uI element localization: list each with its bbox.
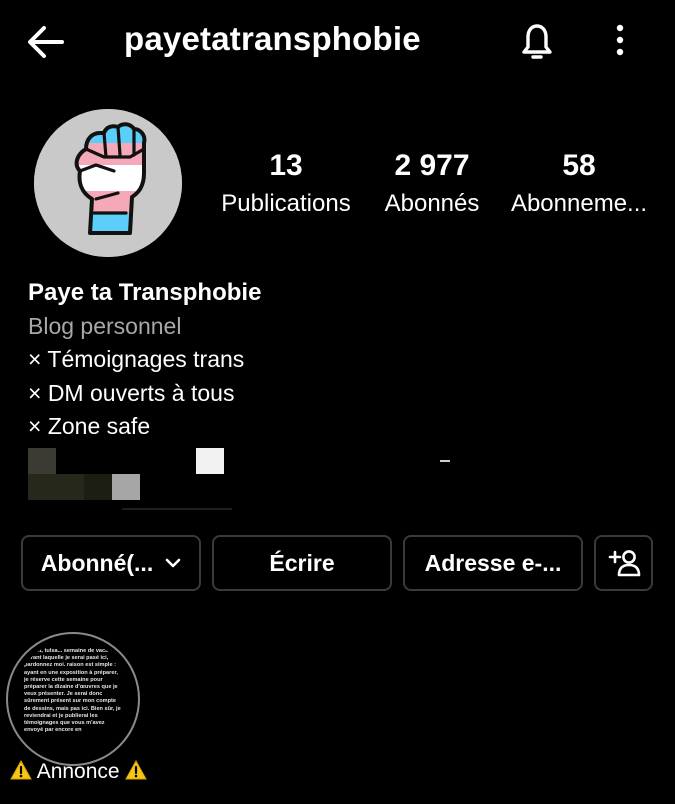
redacted-block [440,460,450,462]
chevron-down-icon [165,558,181,568]
suggested-accounts-button[interactable] [594,535,653,591]
stat-publications[interactable]: 13 Publications [214,148,358,224]
redacted-block [112,474,140,500]
redacted-block [84,474,112,500]
following-button-label: Abonné(... [40,549,154,576]
bio-line: × Témoignages trans [28,346,245,372]
email-button[interactable]: Adresse e-... [403,535,583,591]
redacted-block [28,474,84,500]
story-highlight-announcement[interactable]: ...avait, tulsa... semaine de vacances. … [6,632,140,766]
following-dropdown-button[interactable]: Abonné(... [21,535,201,591]
back-button[interactable] [22,22,70,62]
highlight-cover: ...avait, tulsa... semaine de vacances. … [14,640,132,758]
warning-icon [125,760,148,780]
raised-fist-logo [34,109,182,257]
stat-publications-count: 13 [269,149,303,182]
notifications-button[interactable] [514,18,560,64]
redacted-block [28,448,56,474]
bio-line: × Zone safe [28,413,151,439]
bell-icon [522,24,552,59]
profile-category: Blog personnel [28,313,182,339]
warning-icon [10,760,32,780]
stat-publications-label: Publications [221,190,351,217]
stat-followers-label: Abonnés [384,190,480,217]
highlight-cover-text: ...avait, tulsa... semaine de vacances. … [24,648,123,734]
message-button[interactable]: Écrire [212,535,392,591]
arrow-left-icon [28,26,64,58]
redacted-block [196,448,224,474]
more-options-button[interactable] [606,20,634,60]
stat-following-count: 58 [562,149,596,182]
stat-followers[interactable]: 2 977 Abonnés [378,148,486,224]
bio-line: × DM ouverts à tous [28,379,235,406]
redacted-area [28,446,450,514]
stat-following[interactable]: 58 Abonneme... [506,148,652,224]
message-button-label: Écrire [269,549,335,576]
story-highlight-label: Annonce [10,758,148,786]
profile-display-name: Paye ta Transphobie [28,279,262,306]
profile-username: payetatransphobie [124,20,421,57]
redacted-block [122,508,232,510]
stat-following-label: Abonneme... [510,190,648,217]
profile-bio: Paye ta Transphobie Blog personnel × Tém… [28,276,648,444]
top-bar: payetatransphobie [0,0,675,84]
add-person-icon [608,550,640,577]
email-button-label: Adresse e-... [424,549,562,576]
profile-avatar[interactable] [34,109,182,257]
stat-followers-count: 2 977 [394,149,470,182]
highlight-title: Annonce [36,760,120,783]
vertical-ellipsis-icon [616,24,624,56]
